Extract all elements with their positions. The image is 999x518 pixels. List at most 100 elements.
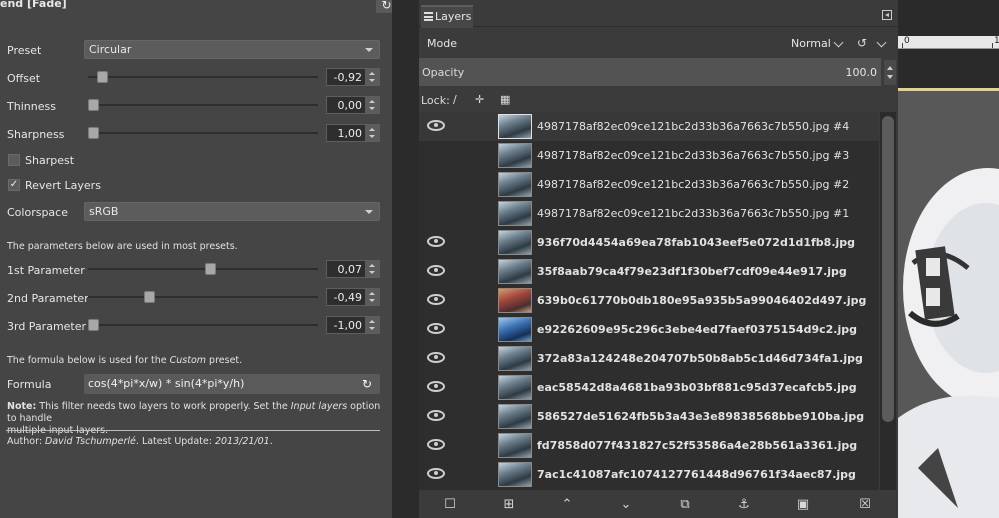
layer-row[interactable]: e92262609e95c296c3ebe4ed7faef0375154d9c2… <box>419 315 879 344</box>
visibility-eye-icon[interactable] <box>427 381 445 392</box>
spin-buttons[interactable] <box>365 97 379 113</box>
slider-handle[interactable] <box>97 71 108 83</box>
param2-spinbox[interactable]: -0,49 <box>326 288 380 306</box>
param2-slider[interactable] <box>88 288 318 306</box>
layer-row[interactable]: 4987178af82ec09ce121bc2d33b36a7663c7b550… <box>419 199 879 228</box>
raise-layer-icon[interactable]: ⌃ <box>558 496 576 514</box>
dock-menu-icon[interactable] <box>882 10 892 20</box>
layer-thumbnail[interactable] <box>498 230 532 255</box>
spin-buttons[interactable] <box>365 261 379 277</box>
opacity-spin-buttons[interactable] <box>884 60 896 85</box>
layer-row[interactable]: fd7858d077f431827c52f53586a4e28b561a3361… <box>419 431 879 460</box>
visibility-eye-icon[interactable] <box>427 120 445 131</box>
layer-mask-icon[interactable]: ▣ <box>794 496 812 514</box>
thinness-slider[interactable] <box>88 96 318 114</box>
visibility-eye-icon[interactable] <box>427 352 445 363</box>
layer-thumbnail[interactable] <box>498 317 532 342</box>
slider-handle[interactable] <box>205 263 216 275</box>
layer-name[interactable]: 4987178af82ec09ce121bc2d33b36a7663c7b550… <box>537 178 849 191</box>
layer-thumbnail[interactable] <box>498 462 532 487</box>
layer-thumbnail[interactable] <box>498 259 532 284</box>
spin-buttons[interactable] <box>365 317 379 333</box>
spin-buttons[interactable] <box>365 125 379 141</box>
visibility-eye-icon[interactable] <box>427 149 445 161</box>
layer-row[interactable]: eac58542d8a4681ba93b03bf881c95d37ecafcb5… <box>419 373 879 402</box>
layer-row[interactable]: 586527de51624fb5b3a43e3e89838568bbe910ba… <box>419 402 879 431</box>
layer-name[interactable]: 586527de51624fb5b3a43e3e89838568bbe910ba… <box>537 410 864 423</box>
spin-buttons[interactable] <box>365 69 379 85</box>
layer-thumbnail[interactable] <box>498 346 532 371</box>
layer-thumbnail[interactable] <box>498 404 532 429</box>
sharpness-slider[interactable] <box>88 124 318 142</box>
layer-name[interactable]: 35f8aab79ca4f79e23df1f30bef7cdf09e44e917… <box>537 265 847 278</box>
new-layer-icon[interactable]: ☐ <box>441 496 459 514</box>
reset-icon[interactable]: ↻ <box>362 374 372 394</box>
lock-alpha-icon[interactable]: ▦ <box>500 93 510 106</box>
visibility-eye-icon[interactable] <box>427 410 445 421</box>
visibility-eye-icon[interactable] <box>427 207 445 219</box>
slider-handle[interactable] <box>88 99 99 111</box>
preset-select[interactable]: Circular <box>84 40 380 59</box>
duplicate-layer-icon[interactable]: ⧉ <box>676 496 694 514</box>
layer-name[interactable]: fd7858d077f431827c52f53586a4e28b561a3361… <box>537 439 857 452</box>
lock-position-icon[interactable]: ✛ <box>475 93 484 106</box>
layer-thumbnail[interactable] <box>498 114 532 139</box>
delete-layer-icon[interactable]: ☒ <box>856 496 874 514</box>
layer-list-scrollbar[interactable] <box>880 112 896 490</box>
layer-thumbnail[interactable] <box>498 375 532 400</box>
layer-name[interactable]: e92262609e95c296c3ebe4ed7faef0375154d9c2… <box>537 323 857 336</box>
visibility-eye-icon[interactable] <box>427 265 445 276</box>
thinness-spinbox[interactable]: 0,00 <box>326 96 380 114</box>
layer-row[interactable]: 4987178af82ec09ce121bc2d33b36a7663c7b550… <box>419 141 879 170</box>
visibility-eye-icon[interactable] <box>427 323 445 334</box>
layer-name[interactable]: 4987178af82ec09ce121bc2d33b36a7663c7b550… <box>537 149 849 162</box>
mode-select[interactable]: Normal <box>791 37 831 50</box>
formula-input[interactable]: cos(4*pi*x/w) * sin(4*pi*y/h) ↻ <box>84 374 380 394</box>
image-canvas[interactable]: 0 1 <box>898 0 999 518</box>
tab-layers[interactable]: Layers <box>421 5 473 28</box>
layer-thumbnail[interactable] <box>498 433 532 458</box>
layer-row[interactable]: 4987178af82ec09ce121bc2d33b36a7663c7b550… <box>419 112 879 141</box>
chevron-down-icon[interactable] <box>876 37 887 48</box>
layer-row[interactable]: 7ac1c41087afc1074127761448d96761f34aec87… <box>419 460 879 489</box>
layer-thumbnail[interactable] <box>498 288 532 313</box>
colorspace-select[interactable]: sRGB <box>84 202 380 221</box>
layer-name[interactable]: 4987178af82ec09ce121bc2d33b36a7663c7b550… <box>537 207 849 220</box>
chevron-down-icon[interactable] <box>833 37 844 48</box>
offset-slider[interactable] <box>88 68 318 86</box>
layer-row[interactable]: 639b0c61770b0db180e95a935b5a99046402d497… <box>419 286 879 315</box>
offset-spinbox[interactable]: -0,92 <box>326 68 380 86</box>
layer-row[interactable]: 35f8aab79ca4f79e23df1f30bef7cdf09e44e917… <box>419 257 879 286</box>
layer-row[interactable]: 372a83a124248e204707b50b8ab5c1d46d734fa1… <box>419 344 879 373</box>
slider-handle[interactable] <box>88 319 99 331</box>
lock-pixels-icon[interactable]: ∕ <box>453 93 457 106</box>
visibility-eye-icon[interactable] <box>427 236 445 247</box>
layer-name[interactable]: 7ac1c41087afc1074127761448d96761f34aec87… <box>537 468 856 481</box>
param1-slider[interactable] <box>88 260 318 278</box>
revert-layers-checkbox[interactable]: ✓ <box>8 179 20 191</box>
layer-row[interactable]: 936f70d4454a69ea78fab1043eef5e072d1d1fb8… <box>419 228 879 257</box>
visibility-eye-icon[interactable] <box>427 439 445 450</box>
composite-mode-icon[interactable]: ↺ <box>857 36 867 50</box>
param3-spinbox[interactable]: -1,00 <box>326 316 380 334</box>
new-layer-group-icon[interactable]: ⊞ <box>500 496 518 514</box>
spin-buttons[interactable] <box>365 289 379 305</box>
visibility-eye-icon[interactable] <box>427 294 445 305</box>
scrollbar-thumb[interactable] <box>882 116 894 422</box>
sharpest-checkbox[interactable] <box>8 154 20 166</box>
layer-name[interactable]: 639b0c61770b0db180e95a935b5a99046402d497… <box>537 294 866 307</box>
sharpness-spinbox[interactable]: 1,00 <box>326 124 380 142</box>
layer-name[interactable]: 372a83a124248e204707b50b8ab5c1d46d734fa1… <box>537 352 863 365</box>
layer-thumbnail[interactable] <box>498 172 532 197</box>
layer-name[interactable]: 4987178af82ec09ce121bc2d33b36a7663c7b550… <box>537 120 849 133</box>
slider-handle[interactable] <box>88 127 99 139</box>
opacity-field[interactable]: Opacity 100.0 <box>419 58 881 86</box>
param1-spinbox[interactable]: 0,07 <box>326 260 380 278</box>
visibility-eye-icon[interactable] <box>427 468 445 479</box>
layer-row[interactable]: 4987178af82ec09ce121bc2d33b36a7663c7b550… <box>419 170 879 199</box>
lower-layer-icon[interactable]: ⌄ <box>617 496 635 514</box>
layer-name[interactable]: 936f70d4454a69ea78fab1043eef5e072d1d1fb8… <box>537 236 855 249</box>
layer-thumbnail[interactable] <box>498 201 532 226</box>
layer-name[interactable]: eac58542d8a4681ba93b03bf881c95d37ecafcb5… <box>537 381 857 394</box>
layer-thumbnail[interactable] <box>498 143 532 168</box>
